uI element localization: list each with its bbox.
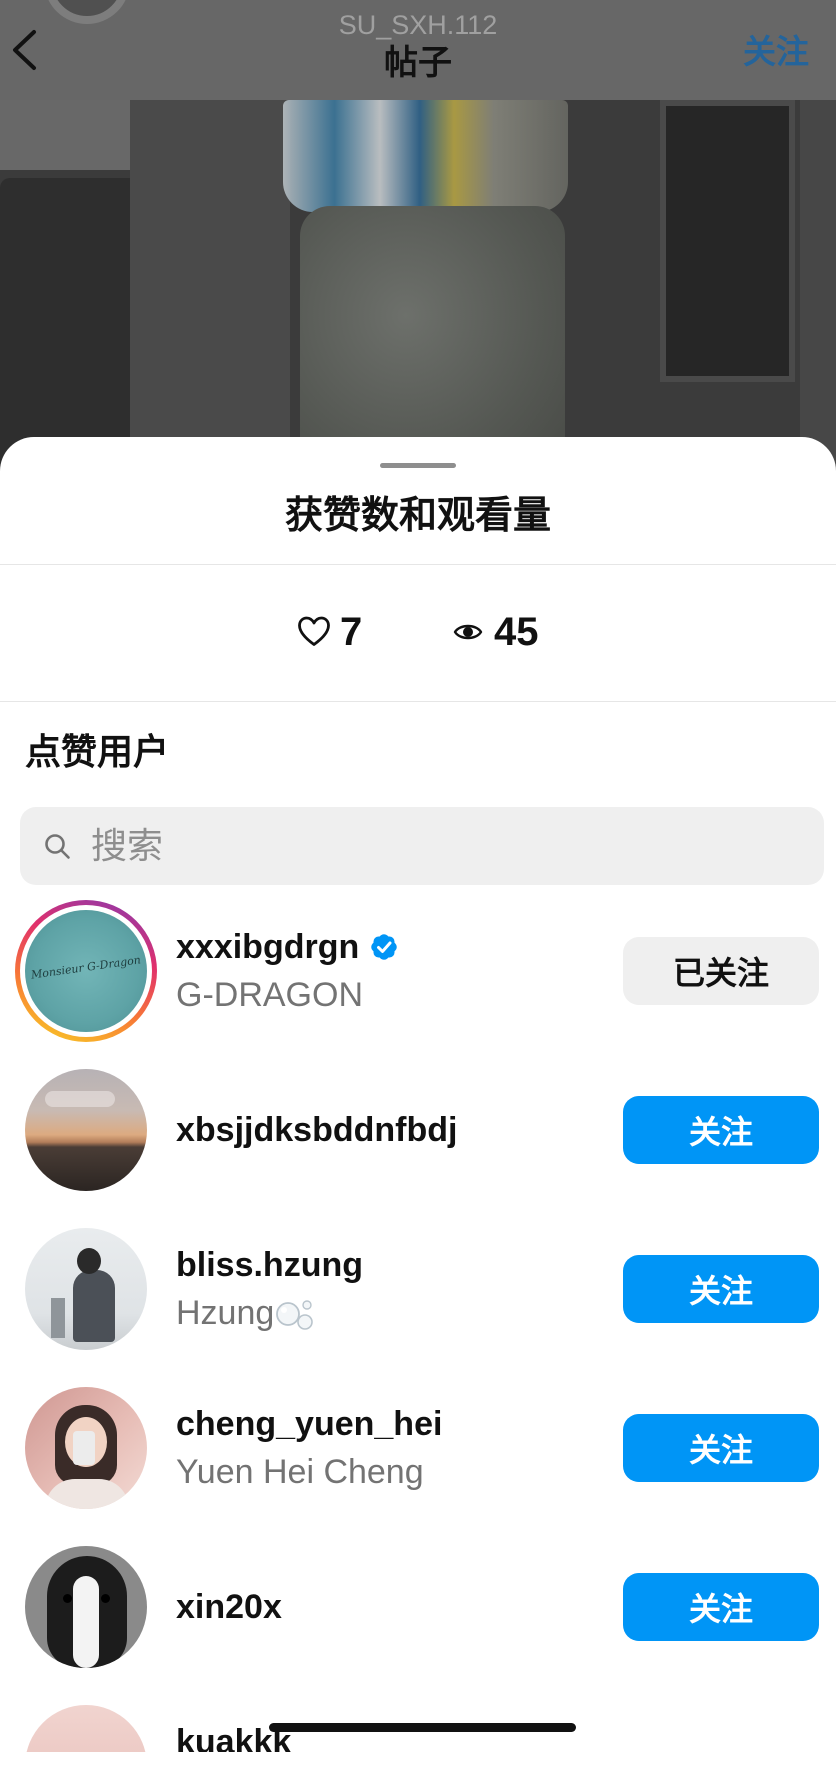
avatar[interactable]: [25, 1705, 147, 1752]
username[interactable]: cheng_yuen_hei: [176, 1402, 442, 1446]
photo-wall: [130, 100, 290, 480]
username[interactable]: bliss.hzung: [176, 1243, 363, 1287]
user-names: cheng_yuen_hei Yuen Hei Cheng: [176, 1368, 442, 1528]
photo-countertop: [0, 100, 130, 170]
page-title: 帖子: [384, 44, 452, 82]
follow-button[interactable]: 关注: [623, 1414, 819, 1482]
search-icon: [45, 834, 70, 859]
section-title: 点赞用户: [25, 731, 170, 772]
username[interactable]: xbsjjdksbddnfbdj: [176, 1108, 457, 1152]
photo-wall-right: [800, 100, 836, 480]
avatar[interactable]: [25, 1228, 147, 1350]
user-names: kuakkk: [176, 1686, 291, 1752]
search-input[interactable]: [91, 807, 791, 885]
likes-count: 7: [340, 610, 363, 654]
list-item[interactable]: xbsjjdksbddnfbdj 关注: [0, 1050, 836, 1210]
list-item[interactable]: xin20x 关注: [0, 1527, 836, 1687]
avatar[interactable]: [25, 1387, 147, 1509]
list-item[interactable]: cheng_yuen_hei Yuen Hei Cheng 关注: [0, 1368, 836, 1528]
list-item[interactable]: kuakkk: [0, 1686, 836, 1752]
avatar[interactable]: [25, 1546, 147, 1668]
story-ring[interactable]: Monsieur G-Dragon: [15, 900, 157, 1042]
user-names: xin20x: [176, 1527, 282, 1687]
list-item[interactable]: Monsieur G-Dragon xxxibgdrgn G-DRAGON 已关…: [0, 891, 836, 1051]
username[interactable]: xin20x: [176, 1585, 282, 1629]
home-indicator: [269, 1723, 576, 1732]
views-count: 45: [494, 610, 539, 654]
heart-icon: [298, 616, 330, 646]
display-name: Yuen Hei Cheng: [176, 1453, 424, 1491]
avatar: Monsieur G-Dragon: [25, 910, 147, 1032]
sheet-title: 获赞数和观看量: [284, 495, 551, 537]
divider: [0, 564, 836, 565]
follow-button[interactable]: 关注: [623, 1573, 819, 1641]
follow-button[interactable]: 关注: [623, 1096, 819, 1164]
bubbles-icon: [276, 1300, 314, 1330]
display-name: Hzung: [176, 1294, 275, 1332]
eye-icon: [453, 624, 483, 640]
top-bar: SU_SXH.112 帖子 关注: [0, 0, 836, 100]
username[interactable]: xxxibgdrgn: [176, 925, 359, 969]
sheet-drag-handle[interactable]: [380, 463, 456, 468]
account-name: SU_SXH.112: [338, 10, 498, 40]
user-names: xxxibgdrgn G-DRAGON: [176, 891, 399, 1051]
following-button[interactable]: 已关注: [623, 937, 819, 1005]
search-bar[interactable]: [20, 807, 824, 885]
photo-shirt: [283, 100, 568, 212]
photo-mirror: [660, 100, 795, 382]
follow-button[interactable]: 关注: [623, 1255, 819, 1323]
user-names: xbsjjdksbddnfbdj: [176, 1050, 457, 1210]
display-name: G-DRAGON: [176, 976, 363, 1014]
list-item[interactable]: bliss.hzung Hzung 关注: [0, 1209, 836, 1369]
user-names: bliss.hzung Hzung: [176, 1209, 363, 1369]
divider: [0, 701, 836, 702]
avatar[interactable]: [25, 1069, 147, 1191]
verified-badge-icon: [371, 934, 398, 960]
liked-users-list[interactable]: Monsieur G-Dragon xxxibgdrgn G-DRAGON 已关…: [0, 890, 836, 1752]
avatar-lettering: Monsieur G-Dragon: [30, 953, 142, 982]
follow-button[interactable]: 关注: [743, 33, 809, 71]
